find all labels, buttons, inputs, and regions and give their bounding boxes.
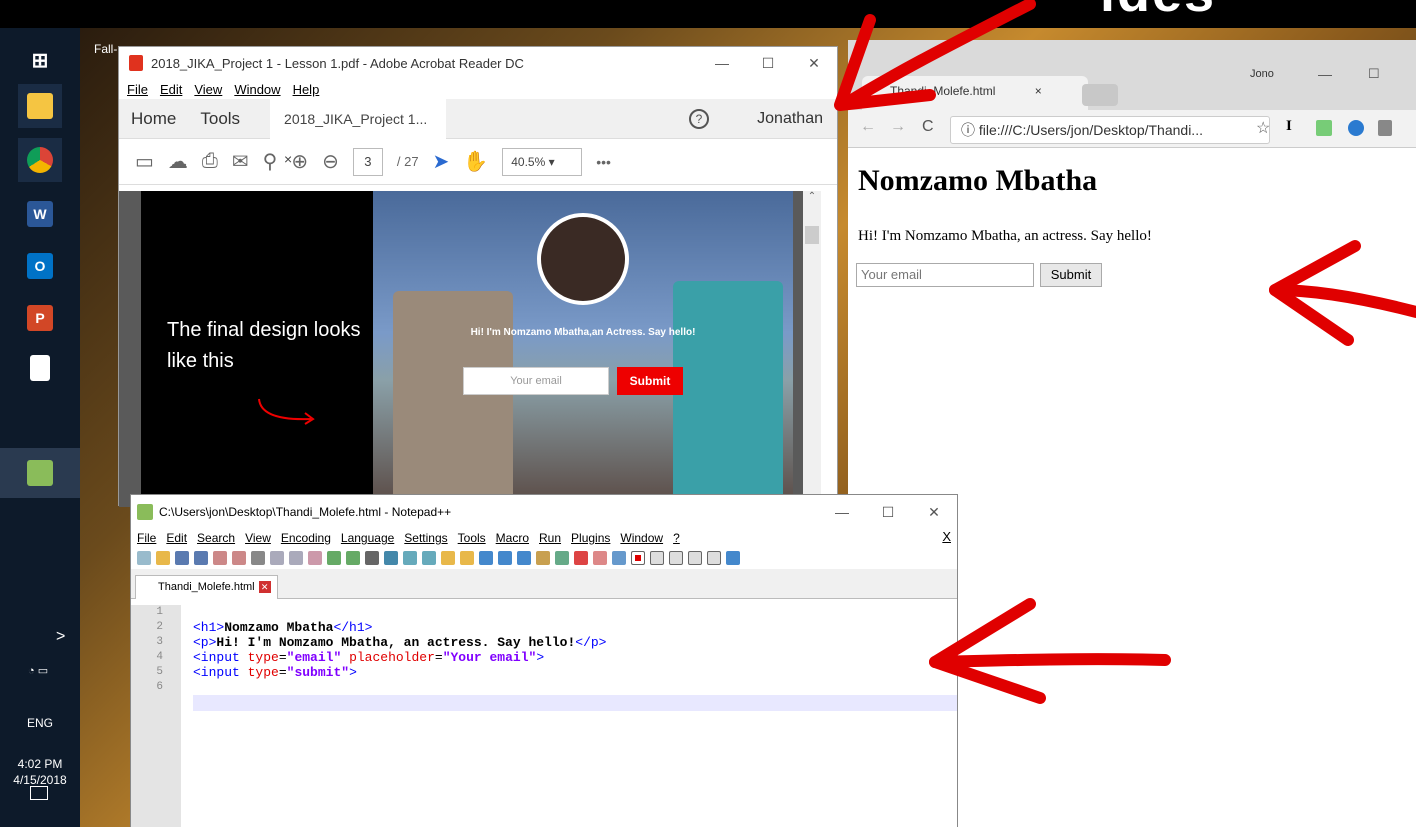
screen: ides Fall- ⊞ W O P > ◔ ▭ ENG 4:02 PM 4/1… — [0, 0, 1416, 827]
annotation-arrows — [834, 0, 1416, 704]
red-arrow-icon — [834, 0, 1036, 111]
red-arrow-icon — [929, 598, 1171, 704]
red-arrow-icon — [1269, 240, 1416, 346]
